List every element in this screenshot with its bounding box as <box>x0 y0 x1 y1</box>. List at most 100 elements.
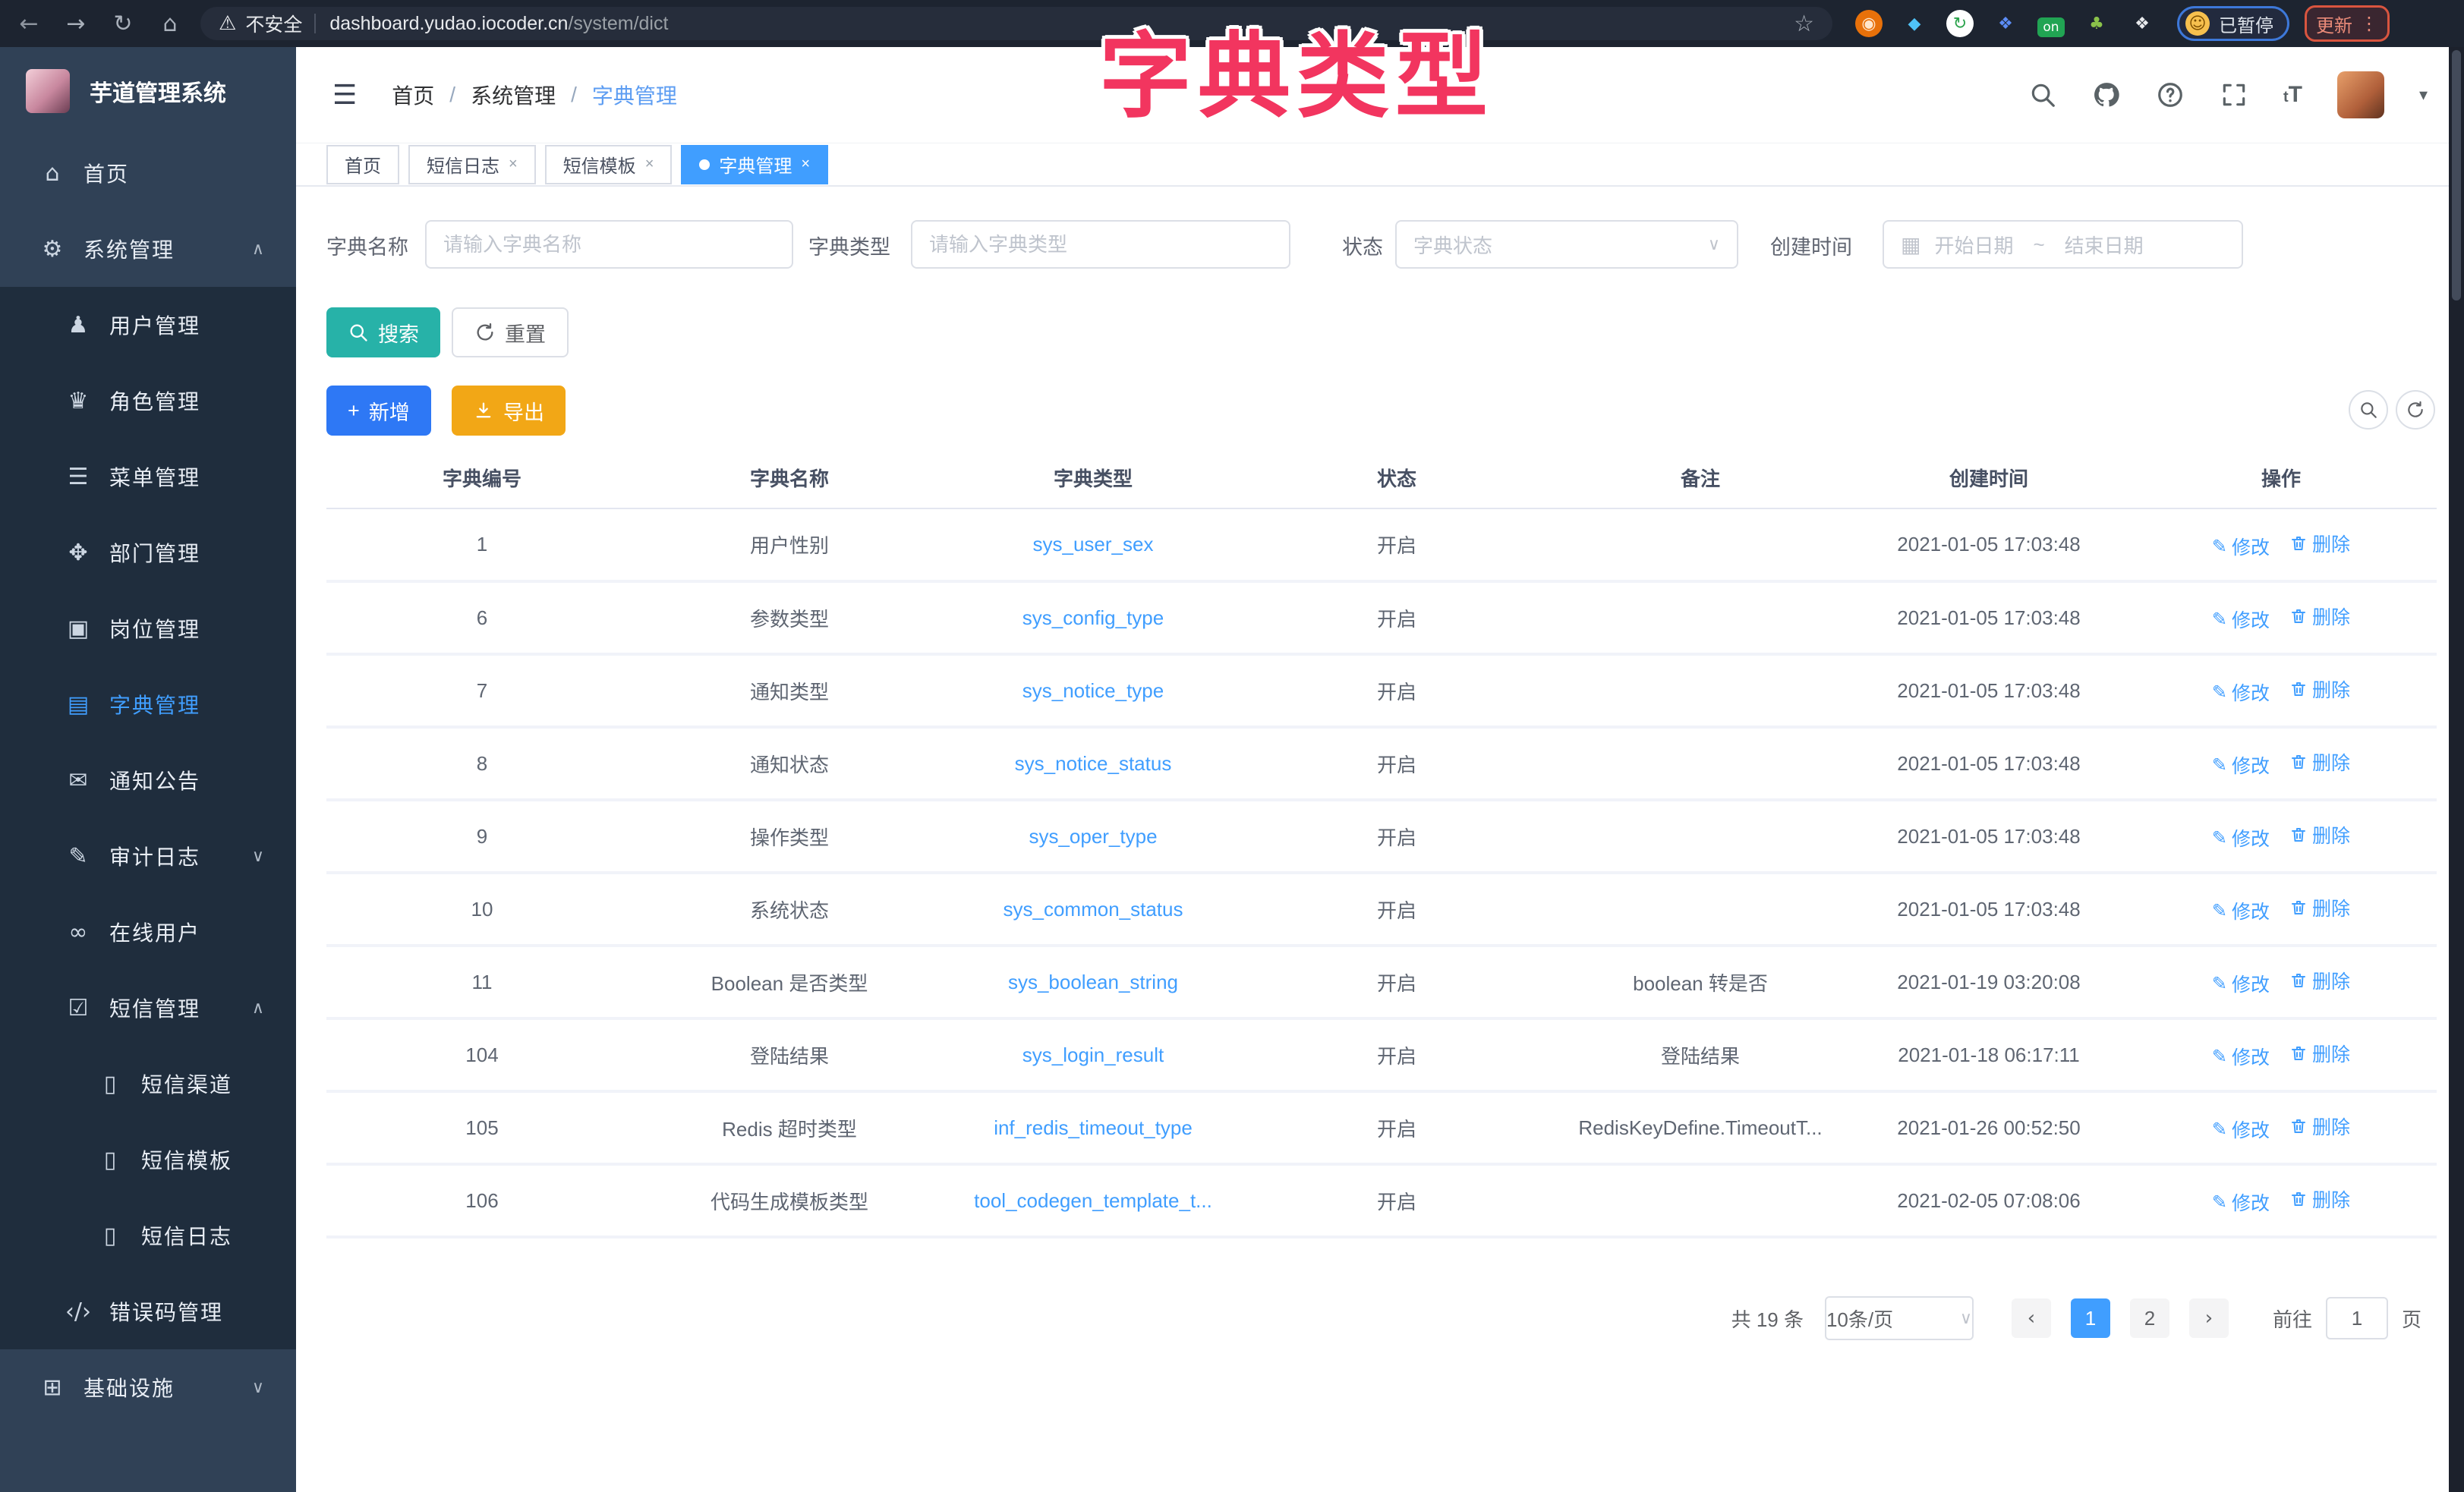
scrollbar-thumb[interactable] <box>2452 50 2461 301</box>
sidebar-item-error-code[interactable]: ‹/›错误码管理 <box>0 1273 296 1349</box>
browser-menu-icon[interactable]: ⋮ <box>2360 13 2378 34</box>
sidebar-item-home[interactable]: ⌂首页 <box>0 135 296 211</box>
delete-button[interactable]: 删除 <box>2289 603 2350 630</box>
app-logo[interactable]: 芋道管理系统 <box>0 47 296 135</box>
dict-type-link[interactable]: sys_notice_status <box>1015 752 1172 775</box>
dict-type-link[interactable]: sys_common_status <box>1004 898 1183 921</box>
delete-button[interactable]: 删除 <box>2289 894 2350 921</box>
dict-name-field[interactable] <box>443 233 775 257</box>
add-button[interactable]: + 新增 <box>326 386 431 436</box>
dict-type-link[interactable]: sys_boolean_string <box>1008 971 1178 993</box>
sidebar-item-online-users[interactable]: ∞在线用户 <box>0 894 296 970</box>
dict-type-link[interactable]: sys_notice_type <box>1022 679 1164 702</box>
browser-back-icon[interactable]: ← <box>12 7 46 40</box>
edit-button[interactable]: ✎修改 <box>2212 1188 2270 1216</box>
user-avatar[interactable] <box>2337 71 2384 118</box>
delete-button[interactable]: 删除 <box>2289 530 2350 557</box>
delete-button[interactable]: 删除 <box>2289 1040 2350 1067</box>
dict-name-input[interactable] <box>425 220 793 269</box>
toggle-search-button[interactable] <box>2349 390 2388 430</box>
dict-type-link[interactable]: inf_redis_timeout_type <box>994 1116 1193 1139</box>
avatar-caret-icon[interactable]: ▾ <box>2419 86 2428 105</box>
font-size-icon[interactable]: tT <box>2283 82 2302 108</box>
sidebar-item-users[interactable]: ♟用户管理 <box>0 287 296 363</box>
breadcrumb-item[interactable]: 首页 <box>392 80 434 110</box>
dict-type-input[interactable] <box>911 220 1290 269</box>
dict-type-link[interactable]: sys_config_type <box>1022 606 1164 629</box>
delete-button[interactable]: 删除 <box>2289 821 2350 848</box>
edit-button[interactable]: ✎修改 <box>2212 1043 2270 1070</box>
sidebar-item-system[interactable]: ⚙系统管理∧ <box>0 211 296 287</box>
page-size-select[interactable]: 10条/页 ∨ <box>1825 1296 1974 1340</box>
help-icon[interactable] <box>2156 80 2185 109</box>
reset-button[interactable]: 重置 <box>452 307 569 357</box>
goto-page-input[interactable] <box>2326 1297 2388 1339</box>
edit-button[interactable]: ✎修改 <box>2212 1116 2270 1143</box>
edit-button[interactable]: ✎修改 <box>2212 751 2270 779</box>
paused-extension-badge[interactable]: ☺ 已暂停 <box>2177 6 2289 41</box>
dict-type-link[interactable]: tool_codegen_template_t... <box>974 1189 1212 1212</box>
edit-button[interactable]: ✎修改 <box>2212 606 2270 633</box>
sidebar-item-sms[interactable]: ☑短信管理∧ <box>0 970 296 1046</box>
delete-button[interactable]: 删除 <box>2289 967 2350 994</box>
tab-close-icon[interactable]: × <box>509 156 518 173</box>
prev-page-button[interactable]: ‹ <box>2012 1298 2051 1338</box>
refresh-table-button[interactable] <box>2396 390 2435 430</box>
ext-puzzle-icon[interactable]: ❖ <box>2128 10 2156 37</box>
edit-button[interactable]: ✎修改 <box>2212 970 2270 997</box>
sidebar-item-posts[interactable]: ▣岗位管理 <box>0 590 296 666</box>
status-select[interactable]: 字典状态 ∨ <box>1395 220 1738 269</box>
edit-button[interactable]: ✎修改 <box>2212 678 2270 706</box>
edit-button[interactable]: ✎修改 <box>2212 824 2270 851</box>
tab-close-icon[interactable]: × <box>645 156 654 173</box>
sidebar-item-depts[interactable]: ✥部门管理 <box>0 515 296 590</box>
page-button-2[interactable]: 2 <box>2130 1298 2169 1338</box>
delete-button[interactable]: 删除 <box>2289 1185 2350 1213</box>
hamburger-icon[interactable]: ☰ <box>332 80 357 111</box>
date-range-picker[interactable]: ▦ 开始日期 ~ 结束日期 <box>1883 220 2243 269</box>
browser-scrollbar[interactable] <box>2449 47 2464 1492</box>
sidebar-item-dict[interactable]: ▤字典管理 <box>0 666 296 742</box>
sidebar-item-menus[interactable]: ☰菜单管理 <box>0 439 296 515</box>
edit-button[interactable]: ✎修改 <box>2212 533 2270 560</box>
ext-tiles-icon[interactable]: ❖ <box>1992 10 2019 37</box>
next-page-button[interactable]: › <box>2189 1298 2229 1338</box>
delete-button[interactable]: 删除 <box>2289 748 2350 776</box>
browser-reload-icon[interactable]: ↻ <box>106 7 140 40</box>
tab-字典管理[interactable]: 字典管理× <box>681 145 828 184</box>
edit-button[interactable]: ✎修改 <box>2212 897 2270 924</box>
fullscreen-icon[interactable] <box>2220 80 2248 109</box>
sidebar-item-sms-log[interactable]: ▯短信日志 <box>0 1198 296 1273</box>
sidebar-item-audit-log[interactable]: ✎审计日志∨ <box>0 818 296 894</box>
tab-短信模板[interactable]: 短信模板× <box>545 145 673 184</box>
dict-type-link[interactable]: sys_oper_type <box>1029 825 1157 848</box>
ext-gem-icon[interactable]: ◆ <box>1901 10 1928 37</box>
export-button[interactable]: 导出 <box>452 386 566 436</box>
url-bar[interactable]: ⚠ 不安全 dashboard.yudao.iocoder.cn /system… <box>200 7 1832 40</box>
dict-type-link[interactable]: sys_user_sex <box>1033 533 1154 556</box>
ext-orange-icon[interactable]: ◉ <box>1855 10 1883 37</box>
ext-on-badge-icon[interactable]: on <box>2037 17 2065 37</box>
sidebar-item-roles[interactable]: ♛角色管理 <box>0 363 296 439</box>
breadcrumb-item[interactable]: 系统管理 <box>471 80 556 110</box>
github-icon[interactable] <box>2092 80 2121 109</box>
browser-forward-icon[interactable]: → <box>59 7 93 40</box>
sidebar-item-sms-channel[interactable]: ▯短信渠道 <box>0 1046 296 1122</box>
ext-green-circle-icon[interactable]: ↻ <box>1946 10 1974 37</box>
sidebar-item-sms-template[interactable]: ▯短信模板 <box>0 1122 296 1198</box>
search-button[interactable]: 搜索 <box>326 307 440 357</box>
update-browser-button[interactable]: 更新 ⋮ <box>2305 5 2390 42</box>
search-icon[interactable] <box>2028 80 2057 109</box>
bookmark-star-icon[interactable]: ☆ <box>1794 11 1814 37</box>
page-button-1[interactable]: 1 <box>2071 1298 2110 1338</box>
delete-button[interactable]: 删除 <box>2289 675 2350 703</box>
dict-type-field[interactable] <box>929 233 1272 257</box>
dict-type-link[interactable]: sys_login_result <box>1022 1043 1164 1066</box>
sidebar-item-infra[interactable]: ⊞基础设施∨ <box>0 1349 296 1425</box>
sidebar-item-notice[interactable]: ✉通知公告 <box>0 742 296 818</box>
ext-plant-icon[interactable]: ♣ <box>2083 10 2110 37</box>
tab-短信日志[interactable]: 短信日志× <box>408 145 536 184</box>
browser-home-icon[interactable]: ⌂ <box>153 7 187 40</box>
tab-close-icon[interactable]: × <box>801 156 810 173</box>
tab-首页[interactable]: 首页 <box>326 145 399 184</box>
